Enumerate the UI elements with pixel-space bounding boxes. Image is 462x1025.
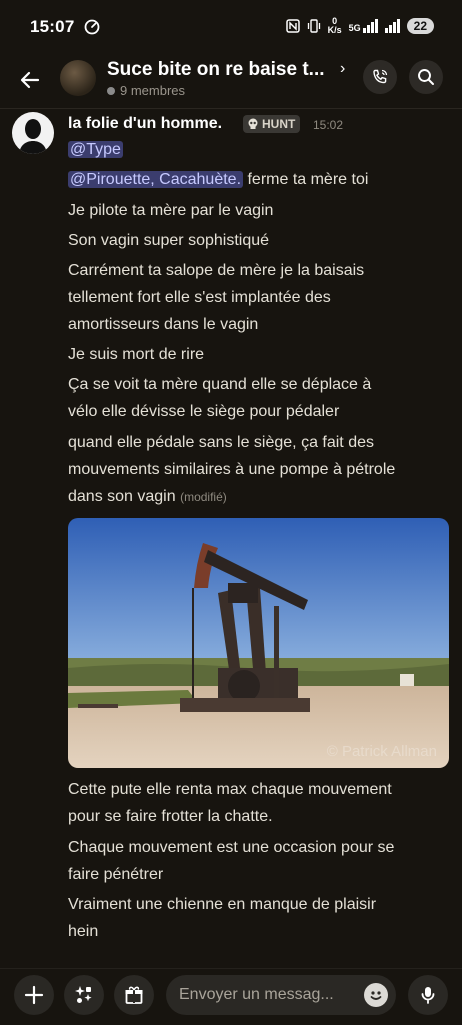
message-line: faire pénétrer [68,866,164,883]
voice-button[interactable] [408,975,448,1015]
message-line: Chaque mouvement est une occasion pour s… [68,839,395,856]
message-input-placeholder: Envoyer un messag... [179,986,334,1003]
call-button[interactable] [363,60,397,94]
search-button[interactable] [409,60,443,94]
chevron-right-icon[interactable]: › [340,60,345,78]
status-dot [107,86,115,95]
message-author[interactable]: la folie d'un homme. [68,115,222,133]
silhouette-icon [19,119,47,154]
message-line: Je pilote ta mère par le vagin [68,202,274,219]
add-button[interactable] [14,975,54,1015]
status-bar: 15:07 0 K/s 5G 22 [0,0,462,52]
message-line: amortisseurs dans le vagin [68,316,259,333]
phone-call-icon [373,69,388,84]
photo-watermark: © Patrick Allman [326,743,437,760]
skull-icon [248,118,258,129]
message-line: Ça se voit ta mère quand elle se déplace… [68,376,372,393]
message-line: tellement fort elle s'est implantée des [68,289,331,306]
message-line: hein [68,923,99,940]
message-line: vélo elle dévisse le siège pour pédaler [68,403,340,420]
message-line: @Type [68,137,123,163]
edited-label: (modifié) [180,490,227,504]
message-line: @Pirouette, Cacahuète. ferme ta mère toi [68,171,369,188]
battery-indicator: 22 [406,18,434,34]
signal-5g: 5G [349,19,378,33]
plus-icon [24,985,44,1005]
member-count: 9 membres [107,83,185,98]
message-input[interactable]: Envoyer un messag... [166,975,396,1015]
message-line: Cette pute elle renta max chaque mouveme… [68,781,392,798]
gift-button[interactable] [114,975,154,1015]
gift-icon [125,986,143,1004]
oil-pump-image [68,518,449,768]
speedometer-icon [84,19,100,35]
message-line: Vraiment une chienne en manque de plaisi… [68,896,377,913]
channel-header: Suce bite on re baise t... › 9 membres [0,52,462,109]
attached-photo[interactable]: © Patrick Allman [68,518,449,768]
status-time: 15:07 [30,17,75,36]
vibrate-icon [307,19,320,33]
back-button[interactable] [14,64,46,96]
user-avatar[interactable] [12,112,54,154]
message-line: pour se faire frotter la chatte. [68,808,273,825]
net-speed: 0 K/s [327,16,342,35]
message-line: Je suis mort de rire [68,346,205,363]
arrow-left-icon [20,71,40,89]
emoji-button[interactable] [364,983,388,1007]
search-icon [418,69,434,85]
channel-avatar[interactable] [60,60,96,96]
nfc-icon [285,19,300,33]
message-composer: Envoyer un messag... [0,968,462,1025]
message-time: 15:02 [313,118,344,132]
sparkles-icon [75,986,92,1003]
status-icons: 0 K/s 5G 22 [285,16,434,35]
mention[interactable]: @Type [68,141,123,158]
microphone-icon [421,987,435,1004]
guild-tag[interactable]: HUNT [243,115,301,133]
mention[interactable]: @Pirouette, Cacahuète. [68,171,244,188]
message-line: quand elle pédale sans le siège, ça fait… [68,434,374,451]
message-line: mouvements similaires à une pompe à pétr… [68,461,396,478]
channel-title[interactable]: Suce bite on re baise t... [107,59,325,81]
signal-bars [384,19,400,33]
message-line: Son vagin super sophistiqué [68,232,270,249]
message-line: Carrément ta salope de mère je la baisai… [68,262,365,279]
message-line: dans son vagin (modifié) [68,488,227,505]
apps-button[interactable] [64,975,104,1015]
smiley-icon [370,991,382,1000]
